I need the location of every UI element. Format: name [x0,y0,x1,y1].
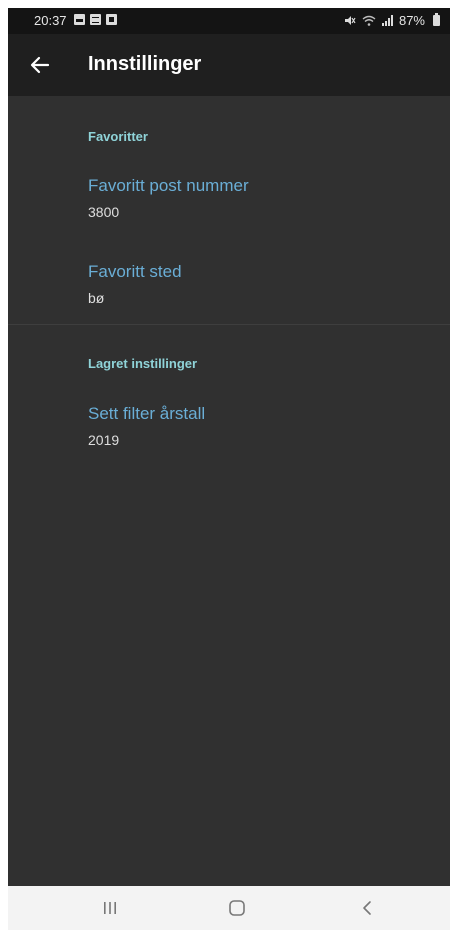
pref-favoritt-sted[interactable]: Favoritt sted bø [8,248,450,324]
app-notification-icon [106,14,117,25]
mute-icon [344,16,356,25]
pref-value: bø [88,290,105,306]
back-button[interactable] [22,47,58,83]
pref-sett-filter-arstall[interactable]: Sett filter årstall 2019 [8,390,450,466]
phone-screen: 20:37 87% Innstillinger Favoritter Favor… [8,8,450,930]
message-notification-icon [90,14,101,25]
battery-percent: 87% [398,13,425,28]
pref-title: Sett filter årstall [88,404,206,423]
nav-back-icon [363,901,371,915]
section-header-lagret-instillinger: Lagret instillinger [88,356,198,371]
recents-icon [104,902,116,914]
pref-title: Favoritt sted [88,262,182,281]
notification-icons [74,14,117,25]
pref-title: Favoritt post nummer [88,176,249,195]
section-divider [8,324,450,325]
section-header-favoritter: Favoritter [88,129,148,144]
gallery-notification-icon [74,14,85,25]
pref-value: 3800 [88,204,120,220]
status-right: 87% [344,13,440,28]
page-title: Innstillinger [88,53,202,75]
recents-button[interactable] [80,886,140,930]
signal-icon [381,15,393,26]
arrow-back-icon [30,56,50,74]
wifi-icon [362,15,376,26]
home-button[interactable] [207,886,267,930]
status-bar: 20:37 87% [8,8,450,34]
home-icon [229,900,245,916]
system-back-button[interactable] [337,886,397,930]
pref-value: 2019 [88,432,120,448]
app-bar: Innstillinger [8,34,450,96]
pref-favoritt-post-nummer[interactable]: Favoritt post nummer 3800 [8,164,450,240]
battery-icon [433,13,440,26]
navigation-bar [8,886,450,930]
status-time: 20:37 [34,13,67,28]
